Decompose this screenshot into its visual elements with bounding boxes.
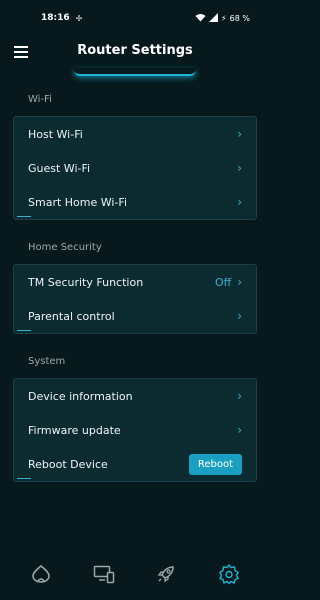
menu-item-label: Device information	[28, 389, 133, 403]
menu-item-host-wifi[interactable]: Host Wi-Fi ›	[14, 117, 256, 151]
menu-item-label: TM Security Function	[28, 275, 144, 289]
nav-settings[interactable]	[218, 563, 240, 585]
status-bar: 18:16 ✢ ⚡ 68 %	[0, 0, 270, 36]
section-label-home-security: Home Security	[28, 242, 102, 253]
menu-item-label: Host Wi-Fi	[28, 127, 83, 141]
section-label-wifi: Wi-Fi	[28, 94, 52, 105]
menu-item-label: Reboot Device	[28, 457, 108, 471]
status-time: 18:16	[41, 13, 70, 23]
wifi-card: Host Wi-Fi › Guest Wi-Fi › Smart Home Wi…	[13, 116, 257, 220]
chevron-right-icon: ›	[237, 127, 242, 141]
system-card: Device information › Firmware update › R…	[13, 378, 257, 482]
status-value: Off	[214, 275, 232, 289]
header-underline	[74, 68, 196, 76]
rocket-icon	[158, 566, 175, 583]
menu-item-label: Smart Home Wi-Fi	[28, 195, 127, 209]
menu-item-guest-wifi[interactable]: Guest Wi-Fi ›	[14, 151, 256, 185]
wifi-status-icon	[195, 13, 206, 24]
signal-icon	[209, 12, 219, 24]
chevron-right-icon: ›	[237, 309, 242, 323]
page-title: Router Settings	[77, 42, 193, 58]
bottom-nav	[0, 548, 270, 600]
menu-item-reboot-device: Reboot Device Reboot	[14, 447, 256, 481]
notification-icon: ✢	[75, 13, 83, 23]
home-security-card: TM Security Function Off › Parental cont…	[13, 264, 257, 334]
section-label-system: System	[28, 356, 66, 367]
menu-item-tm-security[interactable]: TM Security Function Off ›	[14, 265, 256, 299]
menu-item-smart-home-wifi[interactable]: Smart Home Wi-Fi ›	[14, 185, 256, 219]
home-icon	[32, 565, 51, 583]
nav-devices[interactable]	[93, 563, 115, 585]
nav-home[interactable]	[30, 563, 52, 585]
chevron-right-icon: ›	[237, 389, 242, 403]
menu-item-parental-control[interactable]: Parental control ›	[14, 299, 256, 333]
menu-item-firmware-update[interactable]: Firmware update ›	[14, 413, 256, 447]
charging-icon: ⚡	[221, 13, 227, 23]
menu-item-label: Guest Wi-Fi	[28, 161, 91, 175]
devices-icon	[93, 565, 114, 584]
settings-icon	[218, 563, 239, 585]
menu-item-device-information[interactable]: Device information ›	[14, 379, 256, 413]
chevron-right-icon: ›	[237, 161, 242, 175]
chevron-right-icon: ›	[237, 275, 242, 289]
chevron-right-icon: ›	[237, 423, 242, 437]
nav-boost[interactable]	[155, 563, 177, 585]
menu-icon[interactable]	[14, 46, 28, 58]
menu-item-label: Parental control	[28, 309, 115, 323]
app-header: Router Settings	[0, 36, 270, 70]
battery-level: 68 %	[229, 13, 250, 23]
reboot-button[interactable]: Reboot	[188, 453, 242, 475]
chevron-right-icon: ›	[237, 195, 242, 209]
menu-item-label: Firmware update	[28, 423, 121, 437]
